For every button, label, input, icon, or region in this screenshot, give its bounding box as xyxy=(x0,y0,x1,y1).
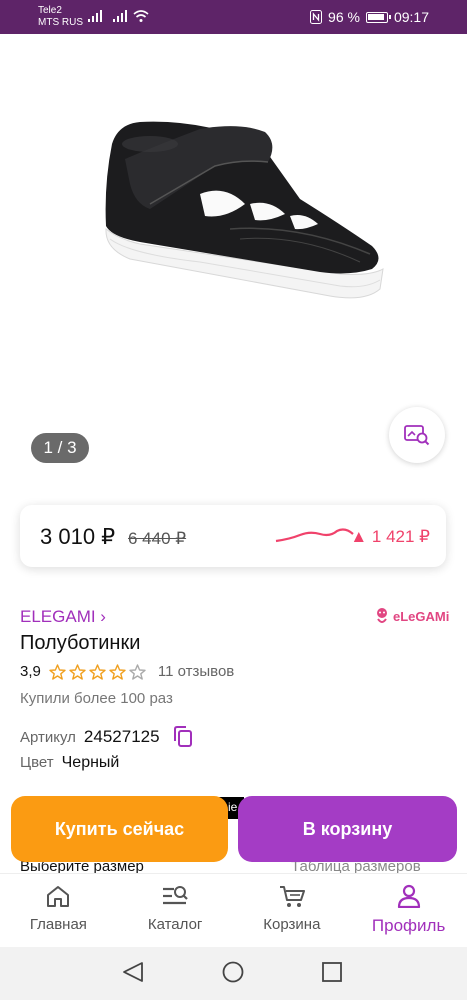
carrier-info: Tele2 MTS RUS xyxy=(38,5,83,29)
star-filled-icon xyxy=(49,663,66,680)
color-label: Цвет xyxy=(20,754,54,771)
home-icon xyxy=(47,886,70,907)
profile-icon xyxy=(397,884,420,908)
battery-icon xyxy=(365,11,391,23)
bottom-navigation: Главная Каталог Корзина Профиль xyxy=(0,873,467,947)
price-trend-icon xyxy=(275,528,354,543)
image-search-icon xyxy=(404,425,430,446)
star-filled-icon xyxy=(69,663,86,680)
image-search-button[interactable] xyxy=(389,407,445,463)
status-bar: Tele2 MTS RUS 96 % 09:17 xyxy=(0,0,467,34)
rating-row[interactable]: 3,9 11 отзывов xyxy=(20,663,234,680)
signal-icon-2 xyxy=(113,10,127,22)
brand-link[interactable]: ELEGAMI › xyxy=(20,607,106,627)
nav-home[interactable]: Главная xyxy=(0,874,117,947)
back-icon[interactable] xyxy=(123,962,143,982)
color-value: Черный xyxy=(61,754,120,771)
clock: 09:17 xyxy=(393,9,429,25)
nav-catalog[interactable]: Каталог xyxy=(117,874,234,947)
system-navigation-bar xyxy=(0,947,467,1000)
article-label: Артикул xyxy=(20,728,76,746)
system-nav-icons xyxy=(123,961,342,983)
battery-percent: 96 % xyxy=(328,9,360,25)
product-title: Полуботинки xyxy=(20,632,141,654)
old-price: 6 440 ₽ xyxy=(128,529,187,548)
rating-value: 3,9 xyxy=(20,663,41,680)
nfc-icon xyxy=(310,10,323,24)
star-filled-icon xyxy=(89,663,106,680)
cart-icon xyxy=(279,886,305,907)
wifi-icon xyxy=(133,10,149,22)
brand-logo-text: eLeGAMi xyxy=(393,608,450,624)
brand-logo-icon xyxy=(377,608,387,623)
reviews-link[interactable]: 11 отзывов xyxy=(158,663,234,680)
color-row: Цвет Черный xyxy=(20,754,119,772)
rating-stars xyxy=(49,663,146,680)
copy-icon[interactable] xyxy=(172,725,194,749)
star-empty-icon xyxy=(129,663,146,680)
price-card[interactable]: 3 010 ₽ 6 440 ₽ ▲ 1 421 ₽ xyxy=(20,505,446,567)
catalog-search-icon xyxy=(163,886,188,905)
signal-icon xyxy=(88,10,102,22)
article-row: Артикул 24527125 xyxy=(20,725,194,749)
status-right: 96 % 09:17 xyxy=(310,9,429,25)
buy-now-button[interactable]: Купить сейчас xyxy=(11,796,228,862)
nav-home-label: Главная xyxy=(29,916,87,933)
nav-profile[interactable]: Профиль xyxy=(350,874,467,947)
price-change: ▲ 1 421 ₽ xyxy=(350,527,430,546)
recents-icon[interactable] xyxy=(322,962,342,982)
purchase-count: Купили более 100 раз xyxy=(20,690,173,707)
brand-logo[interactable]: eLeGAMi xyxy=(374,607,449,625)
carrier-1: Tele2 xyxy=(38,5,62,16)
gallery-counter: 1 / 3 xyxy=(31,433,89,463)
article-value: 24527125 xyxy=(83,727,160,746)
star-filled-icon xyxy=(109,663,126,680)
nav-profile-label: Профиль xyxy=(371,916,446,935)
current-price: 3 010 ₽ xyxy=(40,524,116,549)
add-to-cart-button[interactable]: В корзину xyxy=(238,796,457,862)
nav-catalog-label: Каталог xyxy=(147,916,203,933)
carrier-2: MTS RUS xyxy=(38,17,83,28)
nav-cart[interactable]: Корзина xyxy=(234,874,351,947)
nav-cart-label: Корзина xyxy=(263,916,321,933)
home-circle-icon[interactable] xyxy=(222,961,244,983)
